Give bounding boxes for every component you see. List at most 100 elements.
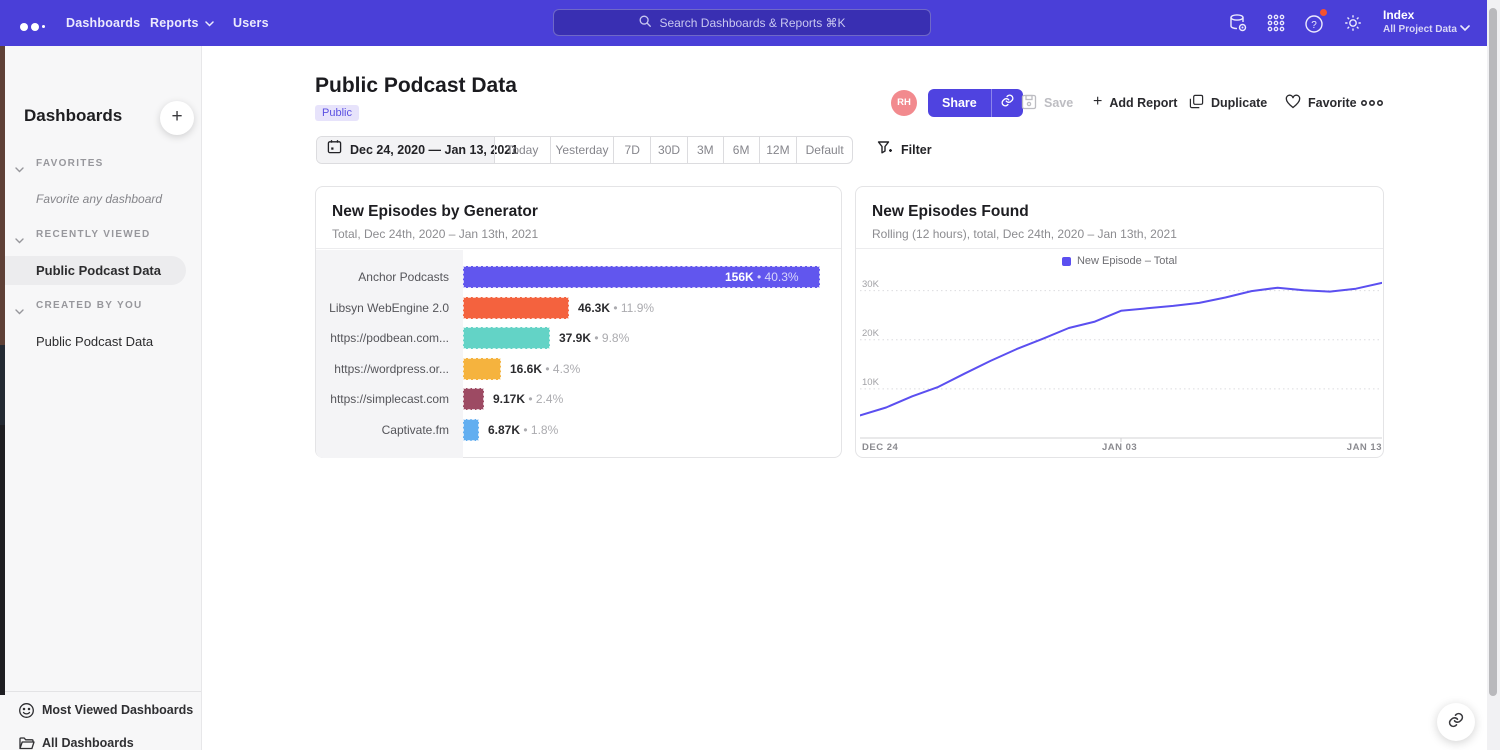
preset-7d[interactable]: 7D — [613, 137, 650, 163]
favorite-label: Favorite — [1308, 96, 1357, 110]
settings-gear-icon[interactable] — [1341, 11, 1365, 35]
sidebar-item-public-podcast-data-recent[interactable]: Public Podcast Data — [0, 256, 186, 285]
section-created-by-you-label: CREATED BY YOU — [36, 300, 143, 311]
date-range-button[interactable]: Dec 24, 2020 — Jan 13, 2021 — [317, 137, 494, 163]
bar-6[interactable] — [463, 419, 479, 441]
project-selector[interactable]: Index All Project Data — [1383, 8, 1457, 35]
legend-swatch — [1062, 257, 1071, 266]
add-report-button[interactable]: + Add Report — [1093, 89, 1177, 117]
search-input[interactable]: Search Dashboards & Reports ⌘K — [553, 9, 931, 36]
x-tick-jan13: JAN 13 — [1347, 442, 1382, 453]
edge-strip-mid — [0, 345, 5, 425]
bar-category-label: https://simplecast.com — [330, 388, 449, 410]
notification-badge — [1319, 8, 1328, 17]
card-new-episodes-found: New Episodes Found Rolling (12 hours), t… — [855, 186, 1384, 458]
preset-yesterday[interactable]: Yesterday — [550, 137, 614, 163]
svg-text:?: ? — [1311, 20, 1317, 31]
section-created-by-you[interactable]: CREATED BY YOU — [0, 298, 202, 316]
y-tick-30k: 30K — [862, 279, 879, 290]
brand-logo[interactable] — [20, 18, 54, 28]
x-tick-dec24: DEC 24 — [862, 442, 898, 453]
y-tick-10k: 10K — [862, 377, 879, 388]
date-range-bar: Dec 24, 2020 — Jan 13, 2021 TodayYesterd… — [316, 136, 853, 164]
section-recently-viewed-label: RECENTLY VIEWED — [36, 229, 151, 240]
filter-button[interactable]: Filter — [877, 140, 932, 159]
favorite-button[interactable]: Favorite — [1285, 89, 1357, 117]
preset-3m[interactable]: 3M — [687, 137, 723, 163]
share-split-button: Share — [928, 89, 1023, 117]
top-nav: Dashboards Reports Users Search Dashboar… — [0, 0, 1500, 46]
bar-4[interactable] — [463, 358, 501, 380]
y-tick-20k: 20K — [862, 328, 879, 339]
app-root: Dashboards Reports Users Search Dashboar… — [0, 0, 1500, 750]
save-button[interactable]: Save — [1021, 89, 1073, 117]
chevron-down-icon — [15, 160, 24, 178]
more-menu-button[interactable] — [1360, 89, 1384, 117]
favorites-empty-note: Favorite any dashboard — [36, 192, 162, 206]
all-dashboards-item[interactable]: All Dashboards — [0, 731, 201, 750]
share-link-button[interactable] — [991, 89, 1023, 117]
project-subtitle: All Project Data — [1383, 24, 1457, 35]
share-button[interactable]: Share — [928, 89, 991, 117]
sidebar-title: Dashboards — [24, 106, 122, 126]
section-favorites-label: FAVORITES — [36, 158, 104, 169]
more-dots-icon — [1360, 96, 1384, 110]
sidebar-item-public-podcast-data-created[interactable]: Public Podcast Data — [0, 327, 186, 356]
chart-legend: New Episode – Total — [856, 253, 1383, 269]
bar-category-labels: Anchor PodcastsLibsyn WebEngine 2.0https… — [316, 250, 463, 458]
data-sources-icon[interactable] — [1226, 11, 1250, 35]
bar-value-label: 9.17K • 2.4% — [493, 388, 563, 410]
heart-icon — [1285, 94, 1301, 112]
save-label: Save — [1044, 96, 1073, 110]
duplicate-icon — [1189, 94, 1204, 112]
folder-icon — [18, 735, 35, 750]
filter-label: Filter — [901, 143, 932, 157]
chevron-down-icon — [15, 231, 24, 249]
chart-subtitle: Total, Dec 24th, 2020 – Jan 13th, 2021 — [332, 227, 538, 241]
preset-30d[interactable]: 30D — [650, 137, 687, 163]
line-chart-plot — [860, 271, 1382, 443]
bar-2[interactable] — [463, 297, 569, 319]
sidebar: Dashboards + FAVORITES Favorite any dash… — [0, 46, 202, 750]
card-header: New Episodes Found Rolling (12 hours), t… — [856, 187, 1383, 249]
preset-default[interactable]: Default — [796, 137, 852, 163]
x-tick-jan03: JAN 03 — [1102, 442, 1137, 453]
chart-title: New Episodes Found — [872, 203, 1029, 221]
most-viewed-dashboards-item[interactable]: Most Viewed Dashboards — [0, 698, 201, 724]
filter-funnel-icon — [877, 140, 893, 159]
apps-grid-icon[interactable] — [1264, 11, 1288, 35]
chevron-down-icon — [205, 0, 214, 46]
duplicate-button[interactable]: Duplicate — [1189, 89, 1267, 117]
project-name: Index — [1383, 8, 1457, 22]
legend-label: New Episode – Total — [1077, 255, 1177, 267]
duplicate-label: Duplicate — [1211, 96, 1267, 110]
link-icon — [1000, 93, 1015, 113]
preset-today[interactable]: Today — [494, 137, 550, 163]
bar-5[interactable] — [463, 388, 484, 410]
nav-dashboards[interactable]: Dashboards — [66, 0, 140, 46]
all-dashboards-label: All Dashboards — [42, 736, 134, 750]
link-icon — [1447, 711, 1465, 734]
search-icon — [638, 14, 652, 31]
card-new-episodes-by-generator: New Episodes by Generator Total, Dec 24t… — [315, 186, 842, 458]
section-recently-viewed[interactable]: RECENTLY VIEWED — [0, 227, 202, 245]
search-placeholder: Search Dashboards & Reports ⌘K — [659, 16, 845, 30]
avatar[interactable]: RH — [891, 90, 917, 116]
scrollbar-thumb[interactable] — [1489, 8, 1497, 696]
nav-reports[interactable]: Reports — [150, 0, 214, 46]
chart-subtitle: Rolling (12 hours), total, Dec 24th, 202… — [872, 227, 1177, 241]
nav-users[interactable]: Users — [233, 0, 269, 46]
section-favorites[interactable]: FAVORITES — [0, 156, 202, 174]
edge-strip-bottom — [0, 425, 5, 695]
date-range-label: Dec 24, 2020 — Jan 13, 2021 — [350, 137, 518, 163]
preset-12m[interactable]: 12M — [759, 137, 797, 163]
bar-value-label: 37.9K • 9.8% — [559, 327, 629, 349]
bar-3[interactable] — [463, 327, 550, 349]
edge-strip-top — [0, 46, 5, 345]
add-dashboard-button[interactable]: + — [160, 101, 194, 135]
preset-6m[interactable]: 6M — [723, 137, 759, 163]
help-icon[interactable]: ? — [1302, 11, 1326, 35]
scrollbar-track — [1487, 0, 1500, 750]
floating-share-link-button[interactable] — [1437, 703, 1475, 741]
project-chevron-icon[interactable] — [1460, 19, 1470, 37]
